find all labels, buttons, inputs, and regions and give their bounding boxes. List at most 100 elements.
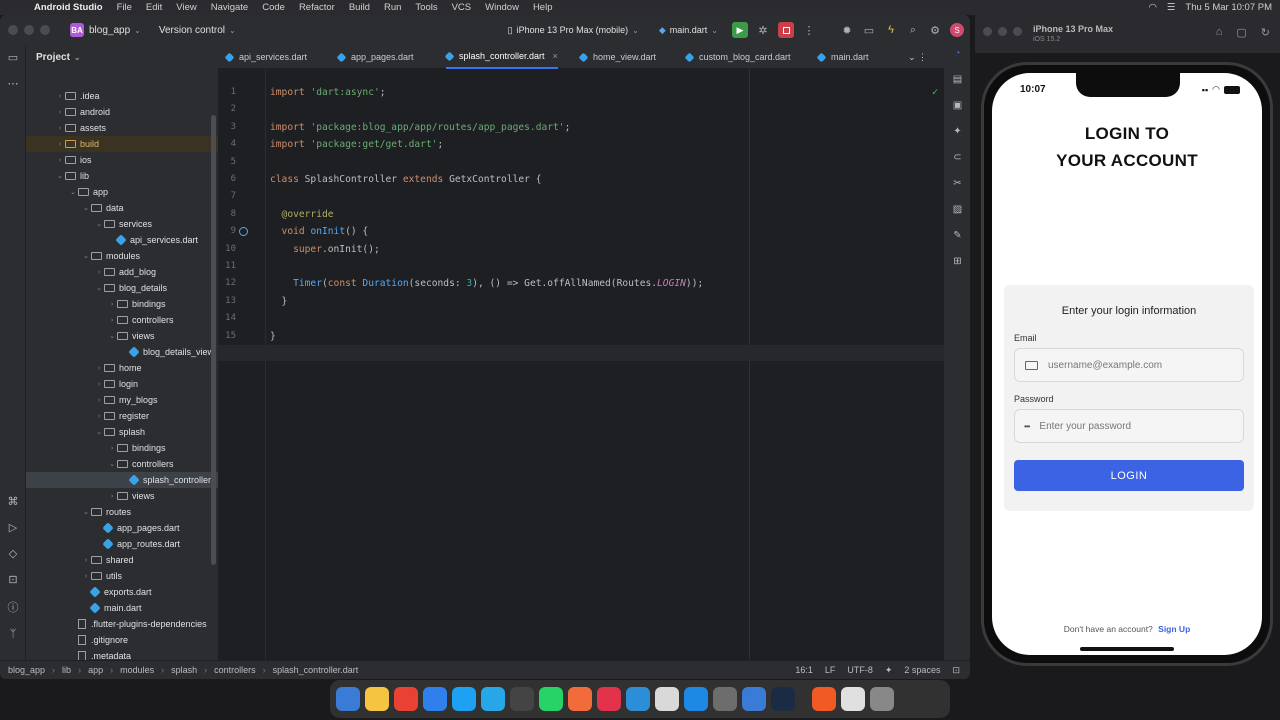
document-icon[interactable] xyxy=(841,687,865,711)
tree-item[interactable]: › add_blog xyxy=(26,264,218,280)
tree-item[interactable]: › android xyxy=(26,104,218,120)
vscode-icon[interactable] xyxy=(423,687,447,711)
minimize-window-button[interactable] xyxy=(998,27,1007,36)
close-window-button[interactable] xyxy=(8,25,18,35)
breadcrumb-item[interactable]: splash_controller.dart xyxy=(273,665,359,675)
indent-setting[interactable]: 2 spaces xyxy=(904,665,940,675)
chevron-right-icon[interactable]: › xyxy=(81,557,91,564)
tree-item[interactable]: › home xyxy=(26,360,218,376)
chevron-down-icon[interactable]: ⌄ xyxy=(107,332,117,340)
simulator-icon[interactable] xyxy=(742,687,766,711)
chevron-right-icon[interactable]: › xyxy=(55,125,65,132)
close-window-button[interactable] xyxy=(983,27,992,36)
tabs-overflow-icon[interactable]: ⌄ ⋮ xyxy=(908,45,927,69)
tree-item[interactable]: ⌄ data xyxy=(26,200,218,216)
chevron-down-icon[interactable]: ⌄ xyxy=(81,204,91,212)
tree-item[interactable]: › .idea xyxy=(26,88,218,104)
tree-item[interactable]: ⌄ app xyxy=(26,184,218,200)
menu-vcs[interactable]: VCS xyxy=(452,2,472,13)
chevron-down-icon[interactable]: ⌄ xyxy=(94,284,104,292)
tree-item[interactable]: .metadata xyxy=(26,648,218,660)
menu-file[interactable]: File xyxy=(117,2,132,13)
tree-item[interactable]: exports.dart xyxy=(26,584,218,600)
chevron-right-icon[interactable]: › xyxy=(107,317,117,324)
breadcrumb-item[interactable]: splash xyxy=(171,665,197,675)
editor-tab[interactable]: splash_controller.dart × xyxy=(444,45,558,69)
terminal-icon[interactable]: ⊡ xyxy=(6,573,20,587)
email-field[interactable]: username@example.com xyxy=(1014,348,1244,382)
menu-help[interactable]: Help xyxy=(533,2,553,13)
chatgpt-icon[interactable] xyxy=(510,687,534,711)
whatsapp-icon[interactable] xyxy=(539,687,563,711)
tree-item[interactable]: › ios xyxy=(26,152,218,168)
chevron-right-icon[interactable]: › xyxy=(55,109,65,116)
editor-tab[interactable]: home_view.dart xyxy=(578,45,656,69)
breadcrumb-item[interactable]: lib xyxy=(62,665,71,675)
tree-item[interactable]: .gitignore xyxy=(26,632,218,648)
more-icon[interactable]: ⋮ xyxy=(802,23,816,37)
tree-item[interactable]: blog_details_view xyxy=(26,344,218,360)
run-config-selector[interactable]: ◆ main.dart ⌄ xyxy=(653,23,724,38)
finder-icon[interactable] xyxy=(336,687,360,711)
menu-build[interactable]: Build xyxy=(349,2,370,13)
zoom-window-button[interactable] xyxy=(1013,27,1022,36)
tree-item[interactable]: › utils xyxy=(26,568,218,584)
minimize-window-button[interactable] xyxy=(24,25,34,35)
menubar-app-name[interactable]: Android Studio xyxy=(34,2,103,13)
user-avatar[interactable]: S xyxy=(950,23,964,37)
chevron-right-icon[interactable]: › xyxy=(94,269,104,276)
tree-item[interactable]: › build xyxy=(26,136,218,152)
editor-tab[interactable]: api_services.dart xyxy=(224,45,307,69)
no-problems-icon[interactable]: ✓ xyxy=(932,87,938,98)
xcode-icon[interactable] xyxy=(684,687,708,711)
project-scrollbar[interactable] xyxy=(211,115,216,565)
teamviewer-icon[interactable] xyxy=(771,687,795,711)
tree-item[interactable]: ⌄ splash xyxy=(26,424,218,440)
chevron-down-icon[interactable]: ⌄ xyxy=(81,508,91,516)
vcs-icon[interactable]: ⌘ xyxy=(6,495,20,509)
gradle-icon[interactable]: ▤ xyxy=(951,73,964,86)
chevron-right-icon[interactable]: › xyxy=(94,413,104,420)
tree-item[interactable]: ⌄ routes xyxy=(26,504,218,520)
tree-item[interactable]: ⌄ controllers xyxy=(26,456,218,472)
bug-icon[interactable]: ✹ xyxy=(840,23,854,37)
tree-item[interactable]: ⌄ lib xyxy=(26,168,218,184)
run-button[interactable]: ▶ xyxy=(732,22,748,38)
menu-navigate[interactable]: Navigate xyxy=(211,2,249,13)
close-tab-icon[interactable]: × xyxy=(553,51,558,61)
chevron-right-icon[interactable]: › xyxy=(94,397,104,404)
vcs-selector[interactable]: Version control ⌄ xyxy=(159,25,236,36)
tree-item[interactable]: api_services.dart xyxy=(26,232,218,248)
override-gutter-icon[interactable] xyxy=(239,227,248,236)
tree-item[interactable]: › assets xyxy=(26,120,218,136)
brave-icon[interactable] xyxy=(812,687,836,711)
chevron-down-icon[interactable]: ⌄ xyxy=(94,428,104,436)
cursor-position[interactable]: 16:1 xyxy=(795,665,813,675)
breadcrumb-item[interactable]: controllers xyxy=(214,665,256,675)
tree-item[interactable]: splash_controller xyxy=(26,472,218,488)
layout-inspector-icon[interactable]: ⊞ xyxy=(951,255,964,268)
link-icon[interactable]: ⊂ xyxy=(951,151,964,164)
control-center-icon[interactable]: ☰ xyxy=(1167,2,1176,13)
chevron-down-icon[interactable]: ⌄ xyxy=(55,172,65,180)
zoom-window-button[interactable] xyxy=(40,25,50,35)
telegram-icon[interactable] xyxy=(481,687,505,711)
menubar-datetime[interactable]: Thu 5 Mar 10:07 PM xyxy=(1185,2,1272,13)
menu-tools[interactable]: Tools xyxy=(415,2,437,13)
tree-item[interactable]: main.dart xyxy=(26,600,218,616)
editor-tab[interactable]: app_pages.dart xyxy=(336,45,414,69)
rotate-icon[interactable]: ↻ xyxy=(1261,26,1270,39)
run-icon[interactable]: ▷ xyxy=(6,521,20,535)
anydesk-icon[interactable] xyxy=(597,687,621,711)
tree-item[interactable]: .flutter-plugins-dependencies xyxy=(26,616,218,632)
signup-link[interactable]: Sign Up xyxy=(1158,624,1190,634)
tree-item[interactable]: app_pages.dart xyxy=(26,520,218,536)
launchpad-icon[interactable] xyxy=(365,687,389,711)
chevron-right-icon[interactable]: › xyxy=(94,365,104,372)
menu-run[interactable]: Run xyxy=(384,2,401,13)
device-manager-icon[interactable]: ▭ xyxy=(862,23,876,37)
chevron-right-icon[interactable]: › xyxy=(55,93,65,100)
notifications-icon[interactable]: ◔ xyxy=(951,47,964,60)
device-selector[interactable]: ▯ iPhone 13 Pro Max (mobile) ⌄ xyxy=(502,23,645,38)
chevron-down-icon[interactable]: ⌄ xyxy=(68,188,78,196)
